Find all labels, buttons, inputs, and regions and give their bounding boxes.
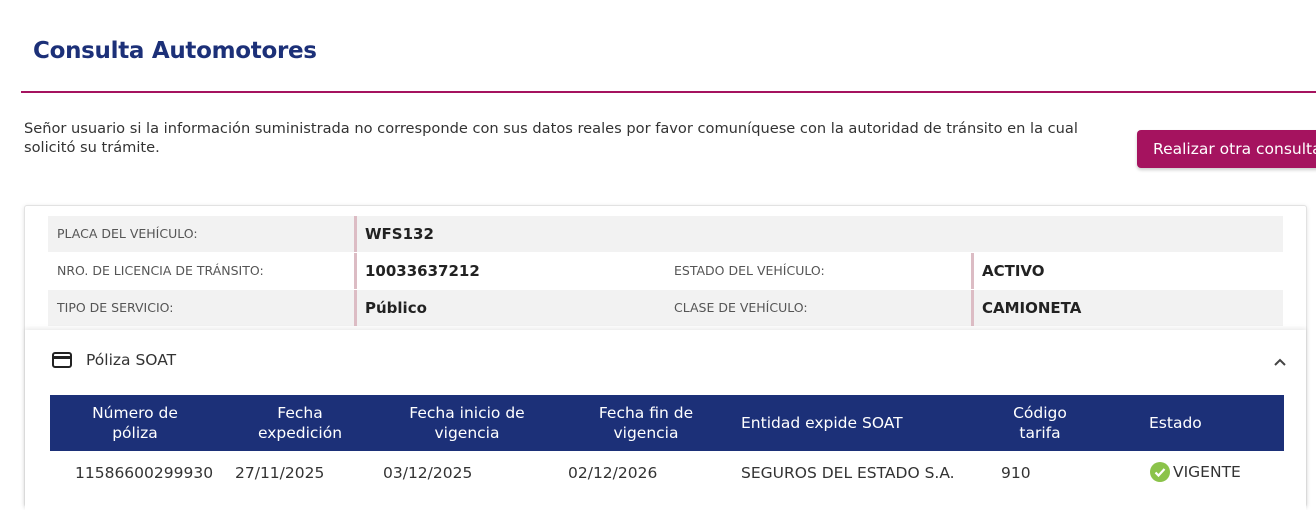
header-entity: Entidad expide SOAT [741,414,903,432]
plate-label: PLACA DEL VEHÍCULO: [57,226,198,241]
page-title: Consulta Automotores [33,38,317,64]
cell-entity: SEGUROS DEL ESTADO S.A. [741,464,955,482]
soat-table-header: Número de póliza Fecha expedición Fecha … [50,395,1284,451]
header-start-date: Fecha inicio de vigencia [409,404,525,442]
other-query-button[interactable]: Realizar otra consulta [1137,130,1316,168]
vehicle-row-service: TIPO DE SERVICIO: Público CLASE DE VEHÍC… [48,290,1283,326]
soat-title: Póliza SOAT [86,351,177,369]
license-value: 10033637212 [354,253,480,289]
credit-card-icon [52,352,72,372]
service-label: TIPO DE SERVICIO: [57,300,174,315]
cell-policy-number: 11586600299930 [75,464,214,482]
cell-start-date: 03/12/2025 [383,464,473,482]
vehicle-state-label: ESTADO DEL VEHÍCULO: [674,263,825,278]
vehicle-class-label: CLASE DE VEHÍCULO: [674,300,808,315]
title-divider [21,91,1316,93]
cell-rate-code: 910 [1001,464,1031,482]
status-text: VIGENTE [1173,463,1241,481]
soat-panel: Póliza SOAT Número de póliza Fecha exped… [25,330,1306,510]
vehicle-state-value: ACTIVO [971,253,1045,289]
vehicle-class-value: CAMIONETA [971,290,1081,326]
notice-text: Señor usuario si la información suminist… [24,120,1078,156]
license-label: NRO. DE LICENCIA DE TRÁNSITO: [57,263,264,278]
header-rate-code: Código tarifa [1013,404,1067,442]
header-issue-date: Fecha expedición [257,404,343,442]
vehicle-card: PLACA DEL VEHÍCULO: WFS132 NRO. DE LICEN… [24,205,1307,510]
service-value: Público [354,290,427,326]
check-circle-icon [1150,462,1170,482]
header-end-date: Fecha fin de vigencia [598,404,694,442]
chevron-up-icon[interactable] [1273,352,1287,371]
header-policy-number: Número de póliza [92,404,178,442]
header-status: Estado [1149,414,1202,432]
cell-end-date: 02/12/2026 [568,464,658,482]
cell-status: VIGENTE [1150,462,1241,482]
plate-value: WFS132 [354,216,434,252]
vehicle-row-license: NRO. DE LICENCIA DE TRÁNSITO: 1003363721… [48,253,1283,289]
cell-issue-date: 27/11/2025 [235,464,325,482]
soat-panel-header[interactable]: Póliza SOAT [25,330,1306,392]
vehicle-row-plate: PLACA DEL VEHÍCULO: WFS132 [48,216,1283,252]
